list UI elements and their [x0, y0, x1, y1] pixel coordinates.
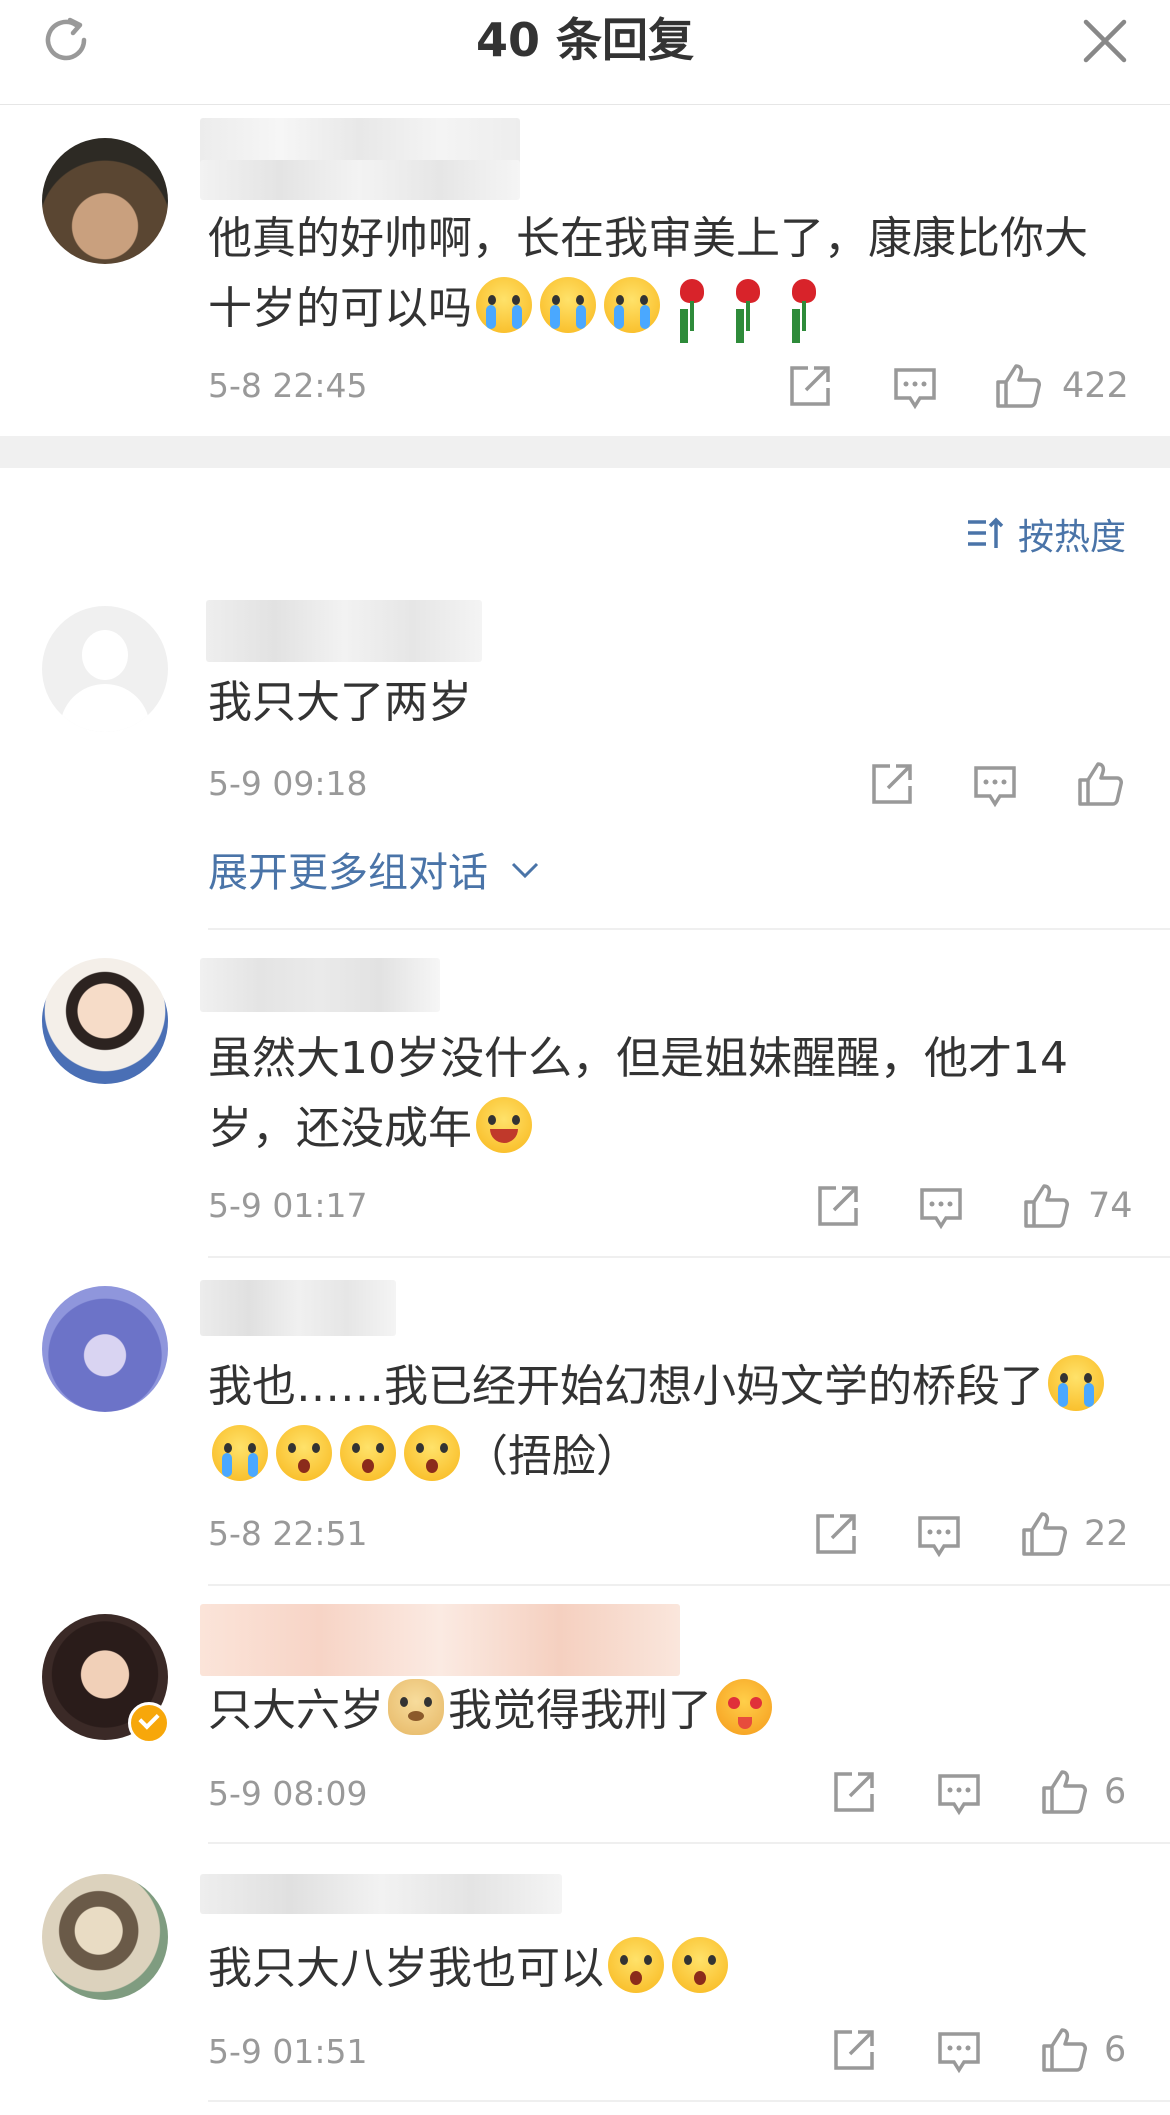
divider: [208, 1584, 1170, 1586]
share-icon[interactable]: [868, 760, 916, 808]
username-blurred[interactable]: [206, 600, 482, 662]
username-blurred[interactable]: [200, 1280, 396, 1336]
like-icon[interactable]: [1022, 1182, 1070, 1230]
comment-text-content: 我只大八岁我也可以: [208, 1943, 604, 1994]
rose-emoji-icon: [728, 277, 768, 333]
comment-time: 5-9 01:51: [208, 2032, 368, 2071]
expand-link-label: 展开更多组对话: [208, 850, 488, 896]
sweating-emoji-icon: [340, 1425, 396, 1481]
username-blurred[interactable]: [200, 1874, 562, 1914]
comment-text-content: 我也……我已经开始幻想小妈文学的桥段了: [208, 1361, 1044, 1412]
rose-emoji-icon: [672, 277, 712, 333]
section-divider: [0, 436, 1170, 468]
divider: [208, 1842, 1170, 1844]
username-blurred[interactable]: [200, 1604, 680, 1676]
crying-emoji-icon: [540, 277, 596, 333]
avatar[interactable]: [42, 606, 168, 732]
username-blurred[interactable]: [200, 958, 440, 1012]
comment-icon[interactable]: [918, 1186, 964, 1230]
comment-time: 5-9 01:17: [208, 1186, 368, 1225]
comment-icon[interactable]: [892, 366, 938, 410]
comment-text: 我也……我已经开始幻想小妈文学的桥段了 （捂脸）: [208, 1352, 1128, 1492]
comment-time: 5-8 22:51: [208, 1514, 368, 1553]
heart-eyes-emoji-icon: [716, 1679, 772, 1735]
close-icon[interactable]: [1078, 14, 1132, 68]
divider: [208, 1256, 1170, 1258]
comment-text: 虽然大10岁没什么，但是姐妹醒醒，他才14岁，还没成年: [208, 1024, 1128, 1164]
comment-icon[interactable]: [936, 2030, 982, 2074]
share-icon[interactable]: [814, 1182, 862, 1230]
share-icon[interactable]: [830, 1768, 878, 1816]
username-blurred[interactable]: [200, 118, 520, 166]
crying-emoji-icon: [212, 1425, 268, 1481]
comment-text-content-2: 我觉得我刑了: [448, 1685, 712, 1736]
like-icon[interactable]: [1040, 2026, 1088, 2074]
like-count: 22: [1084, 1514, 1129, 1554]
like-icon[interactable]: [1076, 760, 1124, 808]
avatar[interactable]: [42, 1286, 168, 1412]
comment-text-content: 只大六岁: [208, 1685, 384, 1736]
crying-emoji-icon: [604, 277, 660, 333]
wow-emoji-icon: [672, 1937, 728, 1993]
share-icon[interactable]: [812, 1510, 860, 1558]
avatar[interactable]: [42, 1874, 168, 2000]
like-icon[interactable]: [994, 362, 1042, 410]
comment-icon[interactable]: [972, 764, 1018, 808]
comment-time: 5-9 09:18: [208, 764, 368, 803]
comment-icon[interactable]: [916, 1514, 962, 1558]
laughing-crying-emoji-icon: [476, 1097, 532, 1153]
comment-text: 我只大了两岁: [208, 677, 472, 728]
like-count: 6: [1104, 2030, 1127, 2070]
share-icon[interactable]: [786, 362, 834, 410]
share-icon[interactable]: [830, 2026, 878, 2074]
sweating-emoji-icon: [276, 1425, 332, 1481]
doge-emoji-icon: [388, 1679, 444, 1735]
username-blurred-2: [200, 160, 520, 200]
comment-text-content: 虽然大10岁没什么，但是姐妹醒醒，他才14岁，还没成年: [208, 1033, 1068, 1154]
crying-emoji-icon: [1048, 1355, 1104, 1411]
like-count: 422: [1062, 366, 1129, 406]
flower-emoji-icon: [608, 1937, 664, 1993]
chevron-down-icon: [511, 862, 538, 879]
header-bar: 40 条回复: [0, 0, 1170, 105]
page-title: 40 条回复: [475, 13, 695, 67]
sweating-emoji-icon: [404, 1425, 460, 1481]
comment-icon[interactable]: [936, 1772, 982, 1816]
like-count: 6: [1104, 1772, 1127, 1812]
comment-time: 5-8 22:45: [208, 366, 368, 405]
avatar[interactable]: [42, 138, 168, 264]
comment-text: 我只大八岁我也可以: [208, 1934, 1128, 2004]
comment-text: 他真的好帅啊，长在我审美上了，康康比你大十岁的可以吗: [208, 204, 1128, 344]
sort-icon: [968, 517, 1004, 548]
like-count: 74: [1088, 1186, 1133, 1226]
like-icon[interactable]: [1020, 1510, 1068, 1558]
comment-text: 只大六岁 我觉得我刑了: [208, 1676, 1128, 1746]
crying-emoji-icon: [476, 277, 532, 333]
expand-conversation-link[interactable]: 展开更多组对话: [208, 840, 541, 898]
divider: [208, 2100, 1170, 2102]
like-icon[interactable]: [1040, 1768, 1088, 1816]
comment-text-tail: （捂脸）: [464, 1431, 640, 1482]
rose-emoji-icon: [784, 277, 824, 333]
divider: [208, 928, 1170, 930]
sort-label: 按热度: [1018, 517, 1127, 558]
avatar[interactable]: [42, 958, 168, 1084]
comment-time: 5-9 08:09: [208, 1774, 368, 1813]
verified-badge-icon: [128, 1702, 170, 1744]
